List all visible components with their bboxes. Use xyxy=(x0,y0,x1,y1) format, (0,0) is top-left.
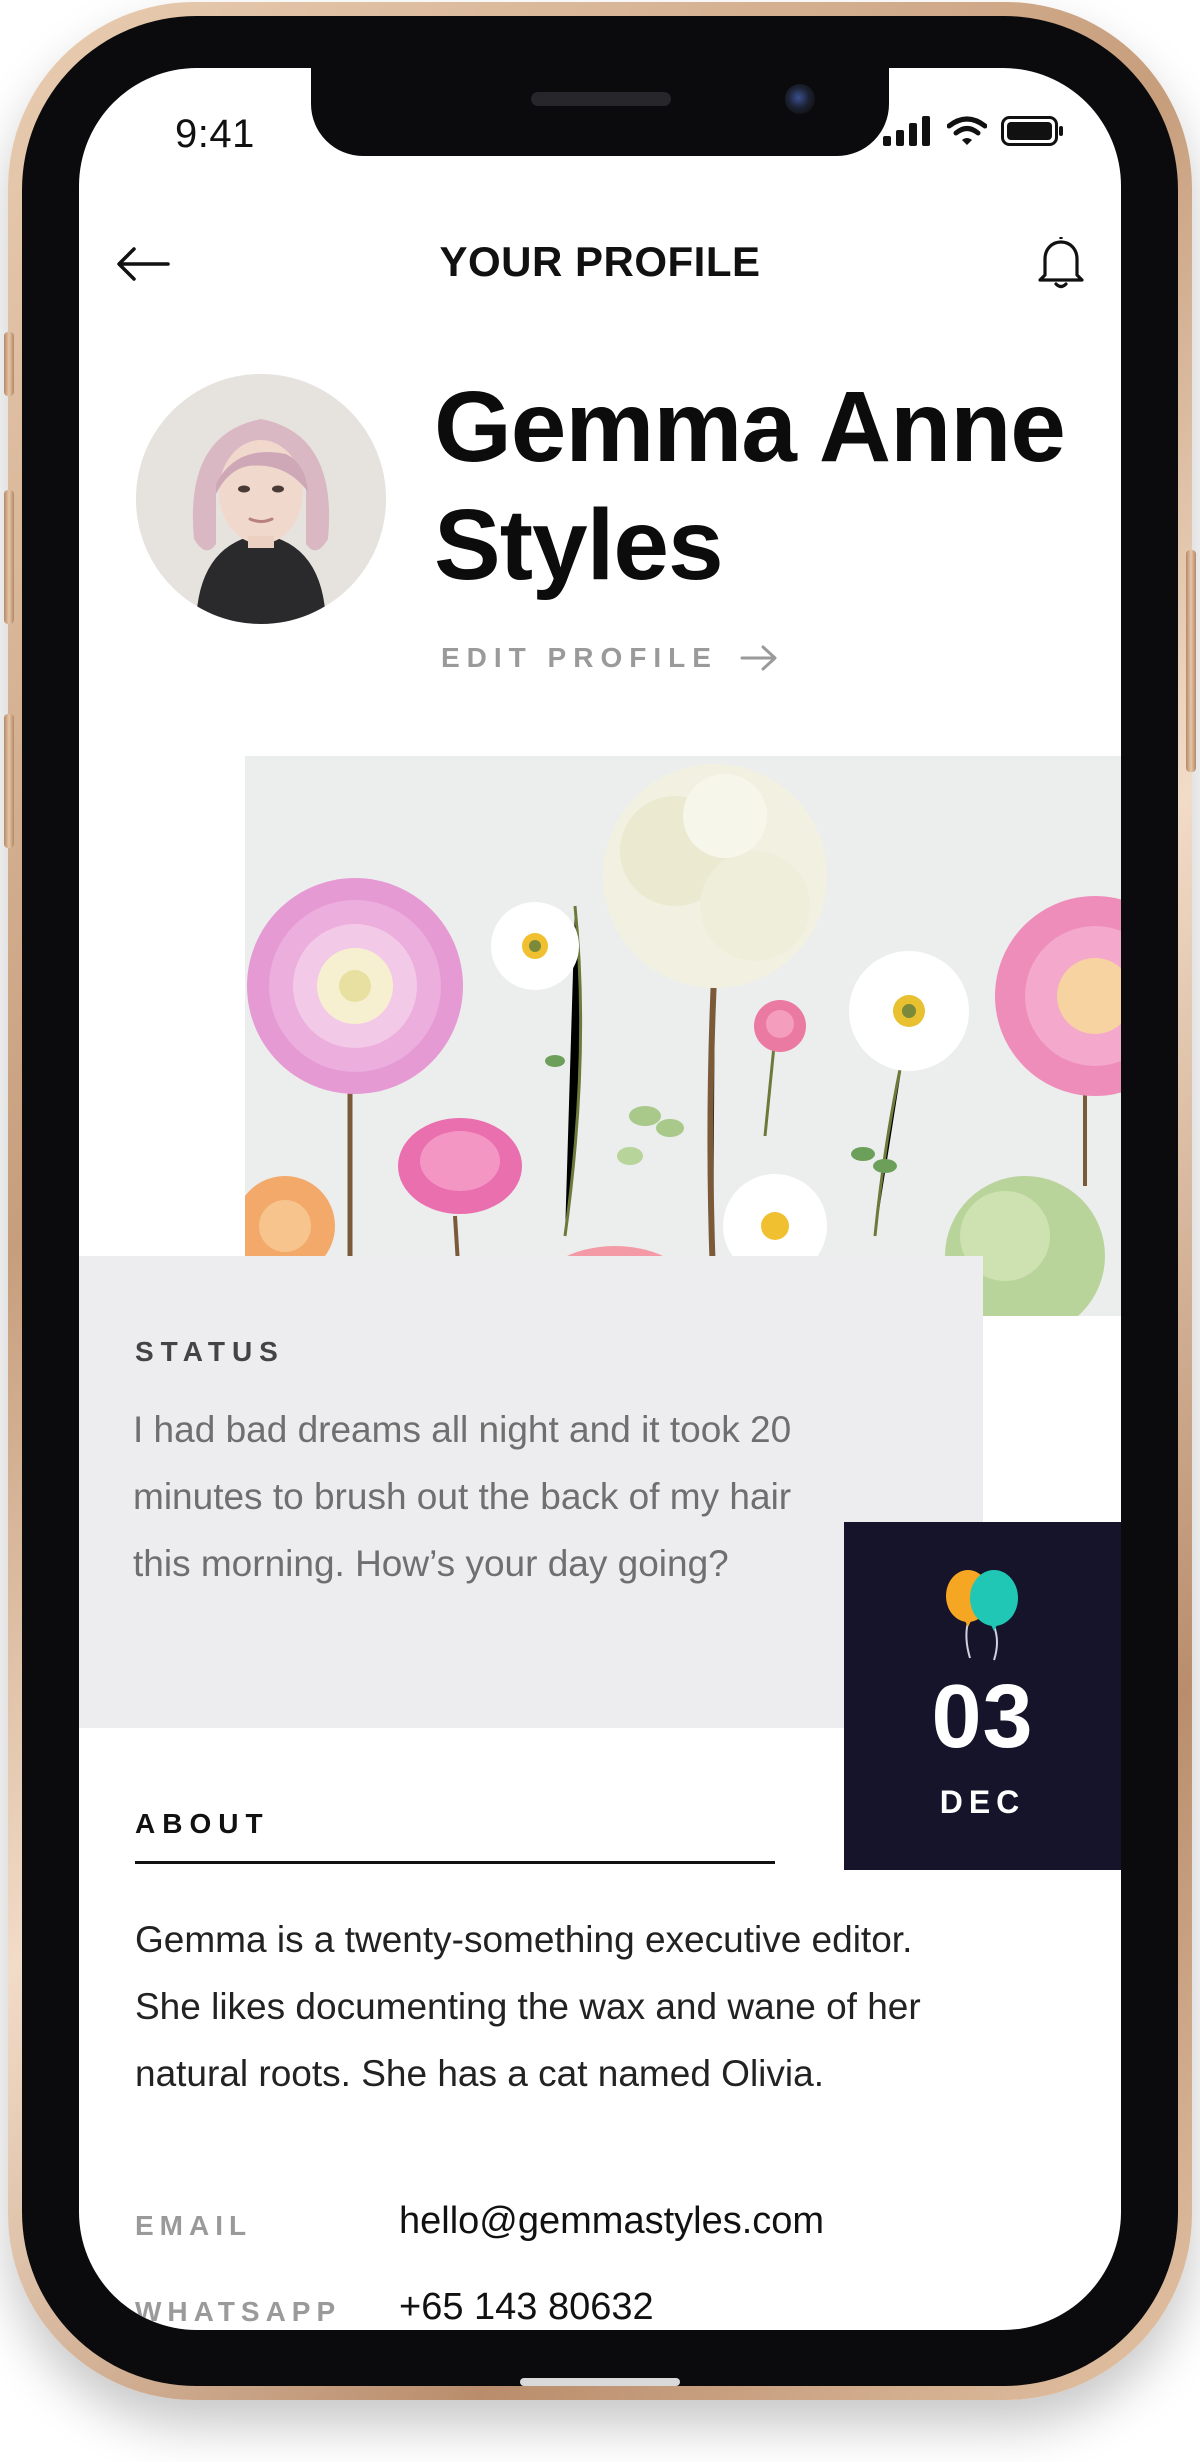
about-text: Gemma is a twenty-something executive ed… xyxy=(135,1919,921,2094)
birthday-day: 03 xyxy=(931,1667,1034,1767)
profile-name: Gemma Anne Styles xyxy=(434,371,1066,601)
status-time: 9:41 xyxy=(175,112,255,156)
home-indicator xyxy=(520,2378,680,2386)
speaker-grille xyxy=(531,92,671,106)
status-icons xyxy=(883,116,1065,146)
flowers-illustration xyxy=(245,756,1121,1316)
about-label: ABOUT xyxy=(135,1808,270,1839)
contact-row-email: EMAIL hello@gemmastyles.com xyxy=(135,2200,1075,2250)
cellular-signal-icon xyxy=(883,116,930,146)
cover-photo xyxy=(245,756,1121,1316)
contact-row-whatsapp: WHATSAPP +65 143 80632 xyxy=(135,2286,1075,2330)
battery-icon xyxy=(1001,116,1063,146)
edit-profile-label: EDIT PROFILE xyxy=(441,642,718,673)
birthday-card: 03 DEC xyxy=(844,1522,1121,1870)
email-link[interactable]: hello@gemmastyles.com xyxy=(399,2200,824,2243)
status-text: I had bad dreams all night and it took 2… xyxy=(133,1409,792,1584)
notifications-button[interactable] xyxy=(1019,220,1103,304)
volume-down-button xyxy=(4,714,14,848)
front-camera xyxy=(785,84,815,114)
balloons-icon xyxy=(946,1570,1018,1661)
contact-label: EMAIL xyxy=(135,2210,253,2241)
about-divider xyxy=(135,1861,775,1864)
mute-switch xyxy=(4,332,14,396)
whatsapp-link[interactable]: +65 143 80632 xyxy=(399,2286,654,2329)
power-button xyxy=(1186,550,1196,772)
birthday-month: DEC xyxy=(939,1784,1026,1820)
app-screen: 9:41 YOUR PROFILE Gemma Anne Styles EDIT… xyxy=(79,68,1121,2330)
edit-profile-link[interactable]: EDIT PROFILE xyxy=(441,642,778,674)
avatar-portrait xyxy=(136,374,386,624)
page-title: YOUR PROFILE xyxy=(439,238,761,285)
wifi-icon xyxy=(947,116,987,145)
arrow-right-icon xyxy=(740,645,777,671)
avatar[interactable] xyxy=(136,374,386,624)
notch xyxy=(311,68,889,156)
status-label: STATUS xyxy=(135,1336,285,1367)
bell-icon xyxy=(1038,237,1084,289)
volume-up-button xyxy=(4,490,14,624)
contact-label: WHATSAPP xyxy=(135,2296,342,2327)
